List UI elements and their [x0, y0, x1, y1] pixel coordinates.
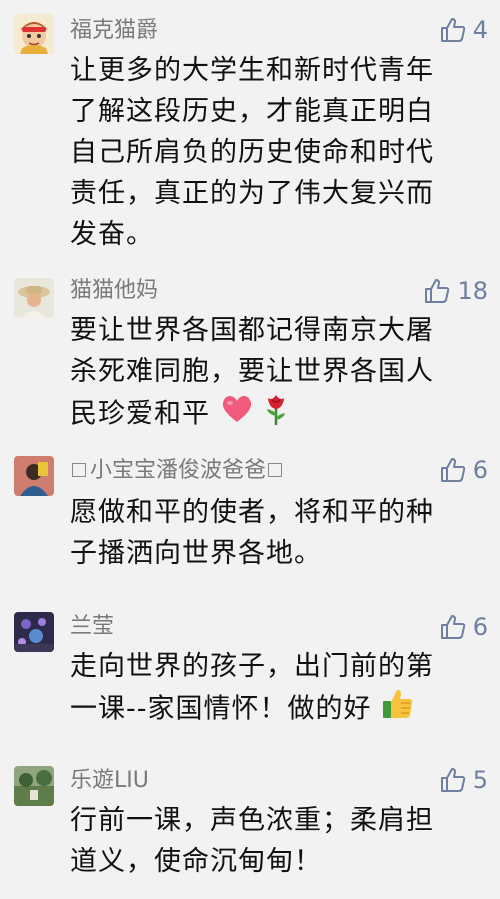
- comment-line: 一课--家国情怀！做的好: [70, 687, 480, 733]
- like-button[interactable]: 5: [439, 765, 488, 795]
- rose-emoji: [263, 392, 289, 438]
- avatar[interactable]: [14, 612, 54, 652]
- comment-line: 行前一课，声色浓重；柔肩担: [70, 805, 434, 836]
- thumbs-up-outline-icon: [425, 279, 450, 303]
- like-button[interactable]: 6: [439, 612, 488, 642]
- comment-author[interactable]: 兰莹: [70, 614, 114, 640]
- comment-author[interactable]: 小宝宝潘俊波爸爸: [70, 458, 286, 484]
- like-count: 4: [472, 16, 488, 44]
- comment-text: 让更多的大学生和新时代青年 了解这段历史，才能真正明白 自己所肩负的历史使命和时…: [70, 50, 480, 255]
- avatar[interactable]: [14, 766, 54, 806]
- avatar[interactable]: [14, 278, 54, 318]
- comment-line: 发奋。: [70, 219, 154, 250]
- comment-line: 要让世界各国都记得南京大屠: [70, 315, 434, 346]
- avatar[interactable]: [14, 14, 54, 54]
- like-count: 5: [472, 766, 488, 794]
- comment-line: 杀死难同胞，要让世界各国人: [70, 356, 434, 387]
- comment-line-text: 一课--家国情怀！做的好: [70, 693, 372, 725]
- comment-line: 愿做和平的使者，将和平的种: [70, 497, 434, 528]
- comment-line-text: 民珍爱和平: [70, 398, 210, 430]
- like-count: 6: [472, 456, 488, 484]
- thumbs-up-outline-icon: [440, 18, 465, 42]
- comment-author[interactable]: 福克猫爵: [70, 18, 158, 44]
- thumbs-up-outline-icon: [440, 458, 465, 482]
- comment-text: 走向世界的孩子，出门前的第 一课--家国情怀！做的好: [70, 646, 480, 733]
- comment-list: 福克猫爵 4 让更多的大学生和新时代青年 了解这段历史，才能真正明白 自己所肩负…: [0, 0, 500, 899]
- thumbs-up-outline-icon: [440, 615, 465, 639]
- comment-author[interactable]: 猫猫他妈: [70, 278, 158, 304]
- comment-line: 了解这段历史，才能真正明白: [70, 96, 434, 127]
- comment-author-text: 小宝宝潘俊波爸爸: [90, 458, 267, 483]
- comment-line: 走向世界的孩子，出门前的第: [70, 651, 434, 682]
- comment-line: 自己所肩负的历史使命和时代: [70, 137, 434, 168]
- avatar[interactable]: [14, 456, 54, 496]
- thumbs-up-emoji: [381, 687, 415, 733]
- comment-text: 行前一课，声色浓重；柔肩担 道义，使命沉甸甸！: [70, 800, 480, 882]
- thumbs-up-outline-icon: [440, 768, 465, 792]
- missing-glyph-icon: [72, 462, 86, 477]
- comment-line: 道义，使命沉甸甸！: [70, 846, 322, 877]
- comment-author[interactable]: 乐遊LIU: [70, 768, 149, 794]
- like-button[interactable]: 18: [423, 276, 488, 306]
- like-button[interactable]: 4: [439, 15, 488, 45]
- like-count: 18: [457, 277, 488, 305]
- like-button[interactable]: 6: [439, 455, 488, 485]
- comment-text: 愿做和平的使者，将和平的种 子播洒向世界各地。: [70, 492, 480, 574]
- comment-line: 子播洒向世界各地。: [70, 538, 322, 569]
- comment-line: 让更多的大学生和新时代青年: [70, 55, 434, 86]
- comment-text: 要让世界各国都记得南京大屠 杀死难同胞，要让世界各国人 民珍爱和平: [70, 310, 480, 438]
- heart-emoji: [220, 394, 254, 436]
- comment-line: 责任，真正的为了伟大复兴而: [70, 178, 434, 209]
- comment-line: 民珍爱和平: [70, 392, 480, 438]
- missing-glyph-icon: [268, 462, 283, 477]
- like-count: 6: [472, 613, 488, 641]
